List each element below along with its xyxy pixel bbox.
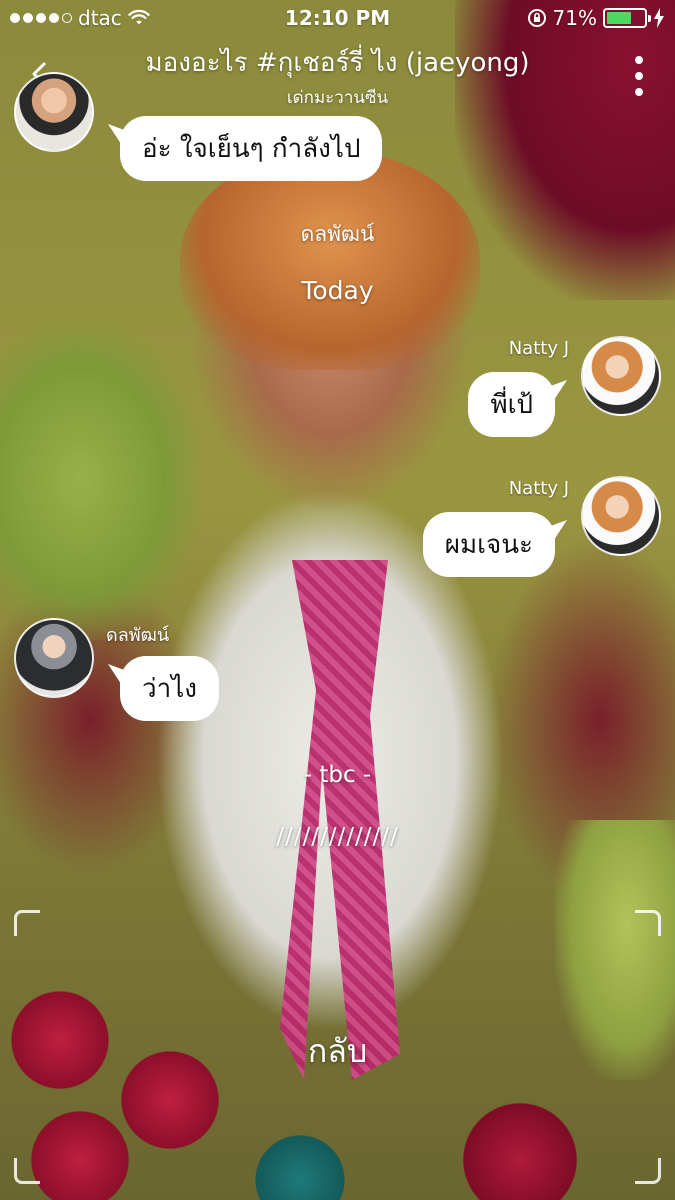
divider-text: ////////////// [276, 824, 399, 850]
frame-corner [14, 910, 40, 936]
status-bar: dtac 12:10 PM 71% [0, 0, 675, 36]
message-bubble[interactable]: ผมเจนะ [422, 512, 555, 577]
sender-name: Natty J [508, 478, 569, 499]
message-bubble[interactable]: ว่าไง [120, 656, 219, 721]
avatar[interactable] [581, 476, 661, 556]
charging-bolt-icon [654, 8, 664, 28]
sender-name: ดลพัฒน์ [300, 222, 375, 246]
avatar[interactable] [14, 618, 94, 698]
frame-corner [14, 1158, 40, 1184]
status-right: 71% [527, 6, 665, 30]
page-subtitle: เด่กมะวานซีน [286, 88, 389, 108]
frame-corner [635, 1158, 661, 1184]
back-button[interactable]: กลับ [0, 1026, 675, 1077]
avatar[interactable] [581, 336, 661, 416]
sender-name: ดลพัฒน์ [106, 625, 170, 646]
message-bubble[interactable]: อ่ะ ใจเย็นๆ กำลังไป [120, 116, 383, 181]
chat-header: มองอะไร #กุเชอร์รี่ ไง (jaeyong) เด่กมะว… [0, 36, 675, 116]
message-bubble[interactable]: พี่เป้ [468, 372, 555, 437]
avatar[interactable] [14, 72, 94, 152]
date-separator: Today [301, 276, 374, 305]
battery-icon [603, 8, 651, 28]
frame-corner [635, 910, 661, 936]
more-vertical-icon[interactable] [633, 56, 645, 96]
sender-name: Natty J [508, 338, 569, 359]
rotation-lock-icon [527, 9, 546, 27]
battery-fill [607, 12, 632, 24]
page-title: มองอะไร #กุเชอร์รี่ ไง (jaeyong) [145, 48, 530, 78]
battery-percent: 71% [552, 6, 597, 30]
chat-log[interactable]: อ่ะ ใจเย็นๆ กำลังไป ดลพัฒน์ Today Natty … [0, 72, 675, 900]
tbc-note: - tbc - [303, 762, 372, 788]
